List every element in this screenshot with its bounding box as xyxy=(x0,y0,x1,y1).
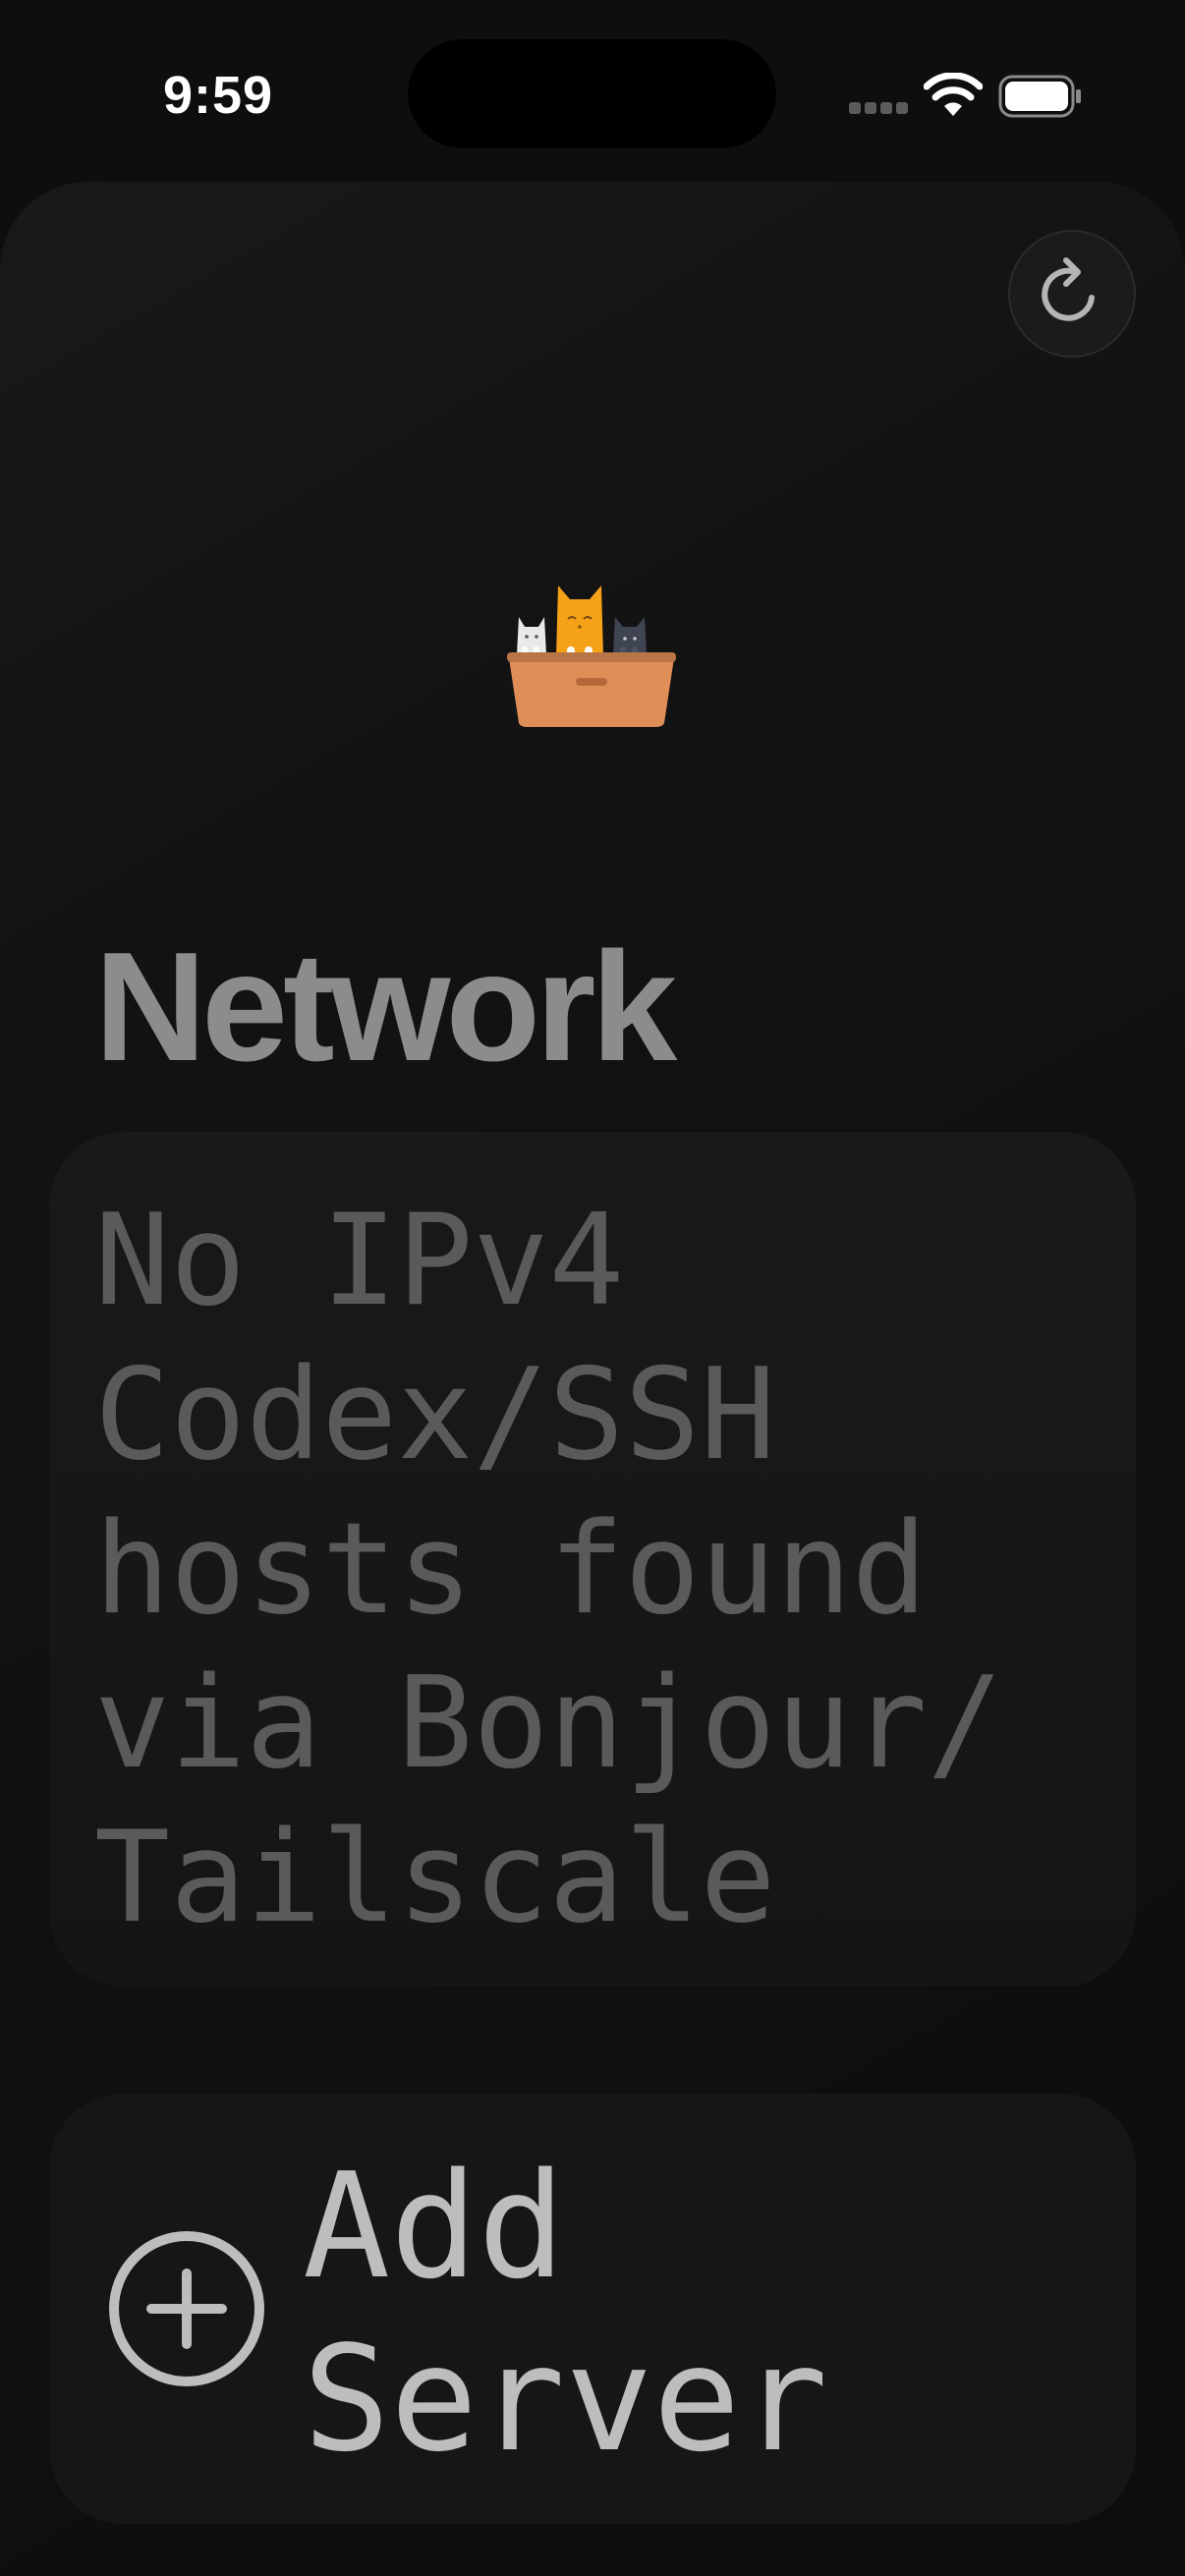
refresh-button[interactable] xyxy=(1008,230,1136,358)
page-title: Network xyxy=(94,921,677,1093)
cellular-signal-icon xyxy=(849,102,908,114)
battery-full-icon xyxy=(998,75,1081,118)
status-bar: 9:59 xyxy=(0,0,1185,177)
plus-circle-icon[interactable] xyxy=(106,2228,267,2389)
dynamic-island xyxy=(408,39,776,148)
add-server-label[interactable]: Add Server xyxy=(303,2140,1089,2486)
cats-in-box-logo xyxy=(507,586,676,727)
status-time: 9:59 xyxy=(163,66,274,125)
empty-state-message: No IPv4 Codex/SSH hosts found via Bonjou… xyxy=(94,1188,1003,1951)
wifi-icon xyxy=(924,73,983,116)
refresh-icon xyxy=(1042,257,1095,321)
